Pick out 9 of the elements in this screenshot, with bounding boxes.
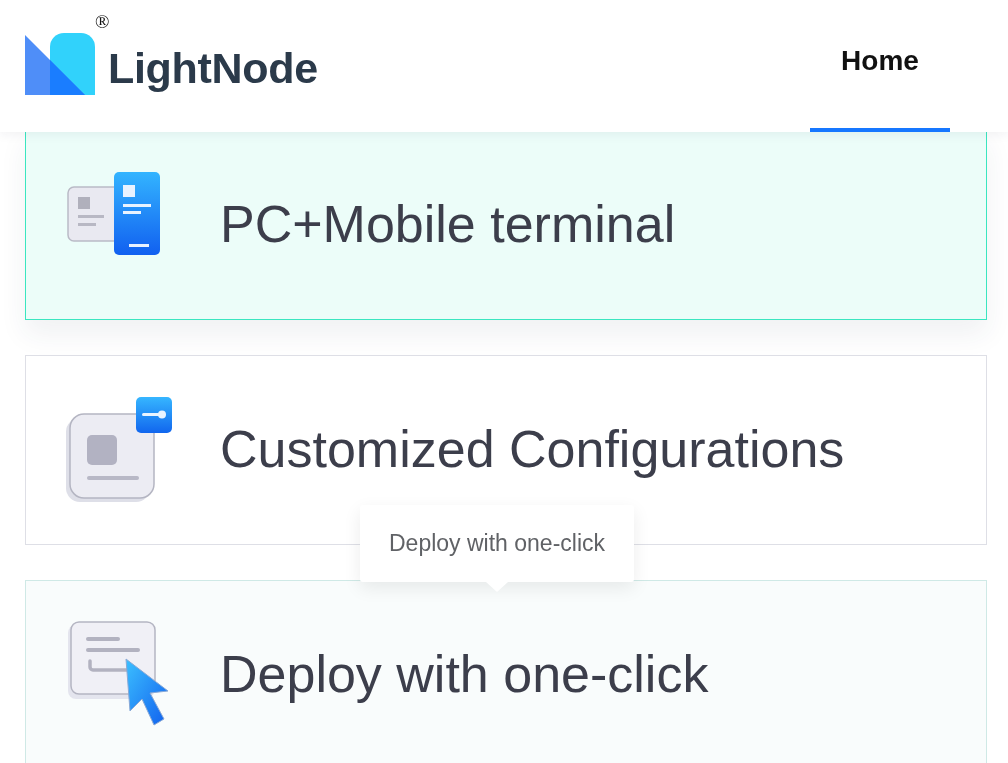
feature-card[interactable]: PC+Mobile terminal — [25, 130, 987, 320]
brand-name: LightNode — [108, 47, 318, 90]
feature-card[interactable]: Deploy with one-click — [25, 580, 987, 763]
feature-title: Customized Configurations — [220, 421, 845, 479]
feature-title: Deploy with one-click — [220, 646, 709, 704]
logo-icon — [25, 33, 95, 95]
feature-title: PC+Mobile terminal — [220, 196, 676, 254]
registered-mark: ® — [95, 12, 110, 31]
settings-panel-icon — [66, 396, 172, 504]
